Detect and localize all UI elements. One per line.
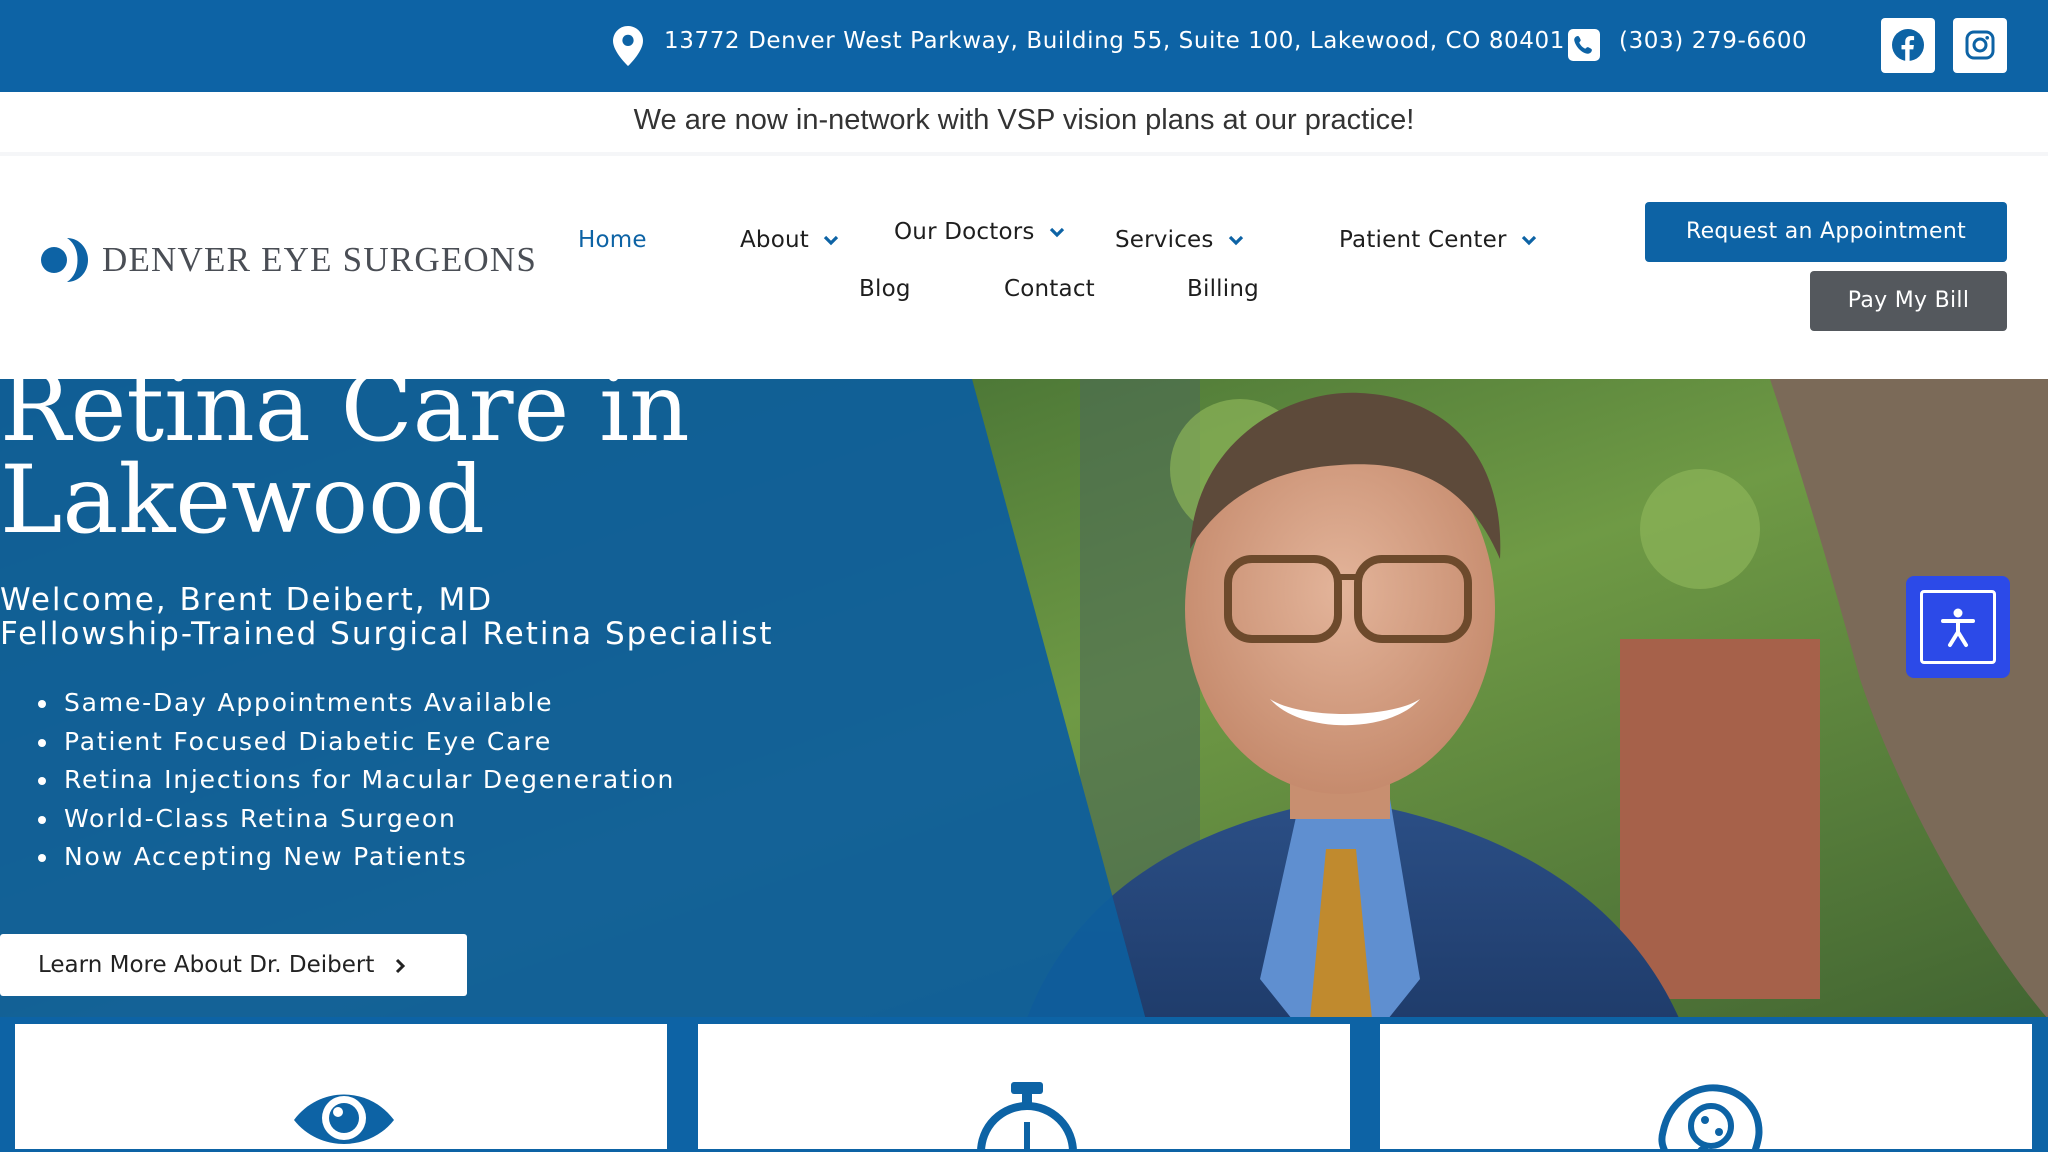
hero-specialty: Fellowship-Trained Surgical Retina Speci… xyxy=(0,616,774,652)
announcement-text: We are now in-network with VSP vision pl… xyxy=(633,104,1415,136)
list-item: Patient Focused Diabetic Eye Care xyxy=(38,723,675,762)
hero-title-line-2: Lakewood xyxy=(0,446,485,555)
list-item: World-Class Retina Surgeon xyxy=(38,800,675,839)
list-item: Retina Injections for Macular Degenerati… xyxy=(38,761,675,800)
stopwatch-icon xyxy=(977,1082,1077,1152)
feature-card[interactable] xyxy=(1377,1021,2035,1152)
hero-bullet-list: Same-Day Appointments Available Patient … xyxy=(38,684,675,877)
logo-mark-icon xyxy=(41,238,88,282)
nav-contact[interactable]: Contact xyxy=(1004,276,1095,302)
list-item: Same-Day Appointments Available xyxy=(38,684,675,723)
chevron-down-icon xyxy=(823,235,839,245)
chevron-down-icon xyxy=(1521,235,1536,245)
chevron-down-icon xyxy=(1049,227,1064,237)
head-brain-icon xyxy=(1658,1084,1763,1152)
top-bar: 13772 Denver West Parkway, Building 55, … xyxy=(0,0,2048,92)
nav-patient-center[interactable]: Patient Center xyxy=(1339,227,1537,253)
feature-card[interactable] xyxy=(695,1021,1353,1152)
hero-title: Retina Care in Lakewood xyxy=(0,379,690,555)
nav-blog[interactable]: Blog xyxy=(859,276,911,302)
learn-more-label: Learn More About Dr. Deibert xyxy=(38,952,375,978)
phone-link[interactable]: (303) 279-6600 xyxy=(1619,28,1807,54)
nav-about-label: About xyxy=(740,227,810,253)
facebook-icon xyxy=(1892,29,1924,61)
learn-more-button[interactable]: Learn More About Dr. Deibert xyxy=(0,934,467,996)
hero-subtitle: Welcome, Brent Deibert, MD Fellowship-Tr… xyxy=(0,583,774,651)
brand-name: DENVER EYE SURGEONS xyxy=(102,240,538,279)
nav-patient-center-label: Patient Center xyxy=(1339,227,1507,253)
location-pin-icon xyxy=(613,26,643,66)
eye-icon xyxy=(294,1094,394,1144)
address-link[interactable]: 13772 Denver West Parkway, Building 55, … xyxy=(664,28,1565,54)
chevron-down-icon xyxy=(1228,235,1243,245)
instagram-icon xyxy=(1965,30,1995,60)
phone-icon xyxy=(1568,29,1600,61)
accessibility-frame xyxy=(1920,590,1996,664)
hero-title-line-1: Retina Care in xyxy=(0,379,690,463)
hero-welcome: Welcome, Brent Deibert, MD xyxy=(0,582,494,618)
accessibility-button[interactable] xyxy=(1906,576,2010,678)
accessibility-icon xyxy=(1941,608,1975,647)
nav-about[interactable]: About xyxy=(740,227,839,253)
request-appointment-button[interactable]: Request an Appointment xyxy=(1645,202,2007,262)
nav-billing[interactable]: Billing xyxy=(1187,276,1259,302)
instagram-button[interactable] xyxy=(1953,18,2007,73)
pay-bill-button[interactable]: Pay My Bill xyxy=(1810,271,2007,331)
facebook-button[interactable] xyxy=(1881,18,1935,73)
nav-home[interactable]: Home xyxy=(578,227,647,253)
chevron-right-icon xyxy=(396,958,406,973)
nav-our-doctors-label: Our Doctors xyxy=(894,219,1035,245)
list-item: Now Accepting New Patients xyxy=(38,838,675,877)
feature-card[interactable] xyxy=(12,1021,670,1152)
nav-services[interactable]: Services xyxy=(1115,227,1244,253)
header-divider xyxy=(0,152,2048,156)
announcement-banner: We are now in-network with VSP vision pl… xyxy=(0,92,2048,152)
nav-services-label: Services xyxy=(1115,227,1214,253)
hero-section: Retina Care in Lakewood Welcome, Brent D… xyxy=(0,379,2048,1079)
nav-our-doctors[interactable]: Our Doctors xyxy=(894,219,1065,245)
